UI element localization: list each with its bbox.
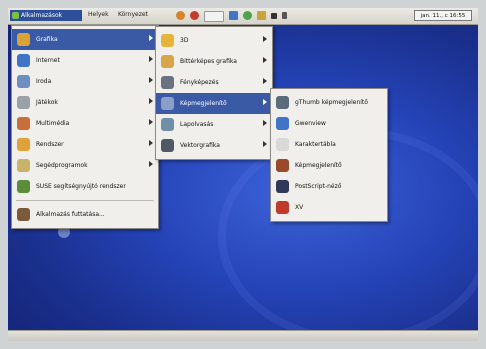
- graphics-submenu-item-label: Bittérképes grafika: [180, 58, 237, 65]
- vector-icon: [161, 139, 174, 152]
- graphics-submenu-item-label: Fényképezés: [180, 79, 219, 86]
- applications-menu-item-label: Internet: [36, 57, 60, 64]
- applications-menu-item-label: Rendszer: [36, 141, 64, 148]
- mail-launcher-icon[interactable]: [204, 11, 224, 22]
- applications-menu-item-label: Segédprogramok: [36, 162, 88, 169]
- submenu-arrow-icon: [149, 56, 153, 62]
- paint-icon: [161, 55, 174, 68]
- system-menu[interactable]: Környezet: [118, 11, 148, 18]
- image-viewer-submenu-item[interactable]: gThumb képmegjelenítő: [271, 92, 387, 113]
- bottom-panel: [8, 330, 478, 341]
- graphics-submenu-item[interactable]: Bittérképes grafika: [156, 51, 272, 72]
- applications-menu-item-label: SUSE segítségnyújtó rendszer: [36, 183, 126, 190]
- suse-logo-icon: [12, 12, 19, 19]
- desktop: Alkalmazások Helyek Környezet jan. 11., …: [8, 8, 478, 341]
- applications-menu-item[interactable]: Játékok: [12, 92, 158, 113]
- submenu-arrow-icon: [263, 99, 267, 105]
- camera-icon: [161, 76, 174, 89]
- applications-menu-item[interactable]: Alkalmazás futtatása...: [12, 204, 158, 225]
- image-viewer-submenu-item-label: Gwenview: [295, 120, 326, 127]
- image-viewer-submenu-item[interactable]: Karaktertábla: [271, 134, 387, 155]
- photo-frame: Alkalmazások Helyek Környezet jan. 11., …: [0, 0, 486, 349]
- launcher-tray: [176, 11, 287, 22]
- games-icon: [17, 96, 30, 109]
- eog-icon: [276, 159, 289, 172]
- graphics-submenu-item[interactable]: 3D: [156, 30, 272, 51]
- submenu-arrow-icon: [149, 119, 153, 125]
- system-icon: [17, 138, 30, 151]
- top-panel: Alkalmazások Helyek Környezet jan. 11., …: [8, 8, 478, 25]
- image-viewer-submenu-item-label: Képmegjelenítő: [295, 162, 342, 169]
- submenu-arrow-icon: [263, 141, 267, 147]
- submenu-arrow-icon: [149, 98, 153, 104]
- places-menu[interactable]: Helyek: [88, 11, 109, 18]
- charmap-icon: [276, 138, 289, 151]
- applications-menu: Grafika Internet Iroda Játékok Multimédia Ren…: [11, 25, 159, 229]
- image-viewer-submenu-item-label: gThumb képmegjelenítő: [295, 99, 368, 106]
- scanner-icon: [161, 118, 174, 131]
- image-viewer-submenu-item-label: XV: [295, 204, 304, 211]
- extra-launcher-icon[interactable]: [282, 12, 287, 19]
- graphics-submenu-item[interactable]: Lapolvasás: [156, 114, 272, 135]
- run-icon: [17, 208, 30, 221]
- submenu-arrow-icon: [149, 140, 153, 146]
- graphics-submenu-item-label: Képmegjelenítő: [180, 100, 227, 107]
- graphics-submenu-item[interactable]: Fényképezés: [156, 72, 272, 93]
- image-viewer-submenu-item[interactable]: Gwenview: [271, 113, 387, 134]
- office-icon: [17, 75, 30, 88]
- help-icon: [17, 180, 30, 193]
- submenu-arrow-icon: [149, 35, 153, 41]
- office-launcher-icon[interactable]: [243, 11, 252, 20]
- network-launcher-icon[interactable]: [229, 11, 238, 20]
- image-viewer-submenu: gThumb képmegjelenítő Gwenview Karaktertáb…: [270, 88, 388, 222]
- 3d-icon: [161, 34, 174, 47]
- menu-separator: [16, 200, 154, 201]
- applications-menu-item-label: Játékok: [36, 99, 58, 106]
- gwenview-icon: [276, 117, 289, 130]
- image-viewer-submenu-item[interactable]: PostScript-néző: [271, 176, 387, 197]
- graphics-icon: [17, 33, 30, 46]
- graphics-submenu-item-label: 3D: [180, 37, 189, 44]
- applications-menu-item-label: Grafika: [36, 36, 58, 43]
- applications-menu-item[interactable]: Rendszer: [12, 134, 158, 155]
- utilities-icon: [17, 159, 30, 172]
- submenu-arrow-icon: [149, 77, 153, 83]
- graphics-submenu-item-label: Vektorgrafika: [180, 142, 220, 149]
- clock[interactable]: jan. 11., c 16:55: [414, 10, 472, 21]
- wrench-launcher-icon[interactable]: [257, 11, 266, 20]
- submenu-arrow-icon: [263, 120, 267, 126]
- image-viewer-submenu-item[interactable]: Képmegjelenítő: [271, 155, 387, 176]
- submenu-arrow-icon: [263, 36, 267, 42]
- applications-menu-button[interactable]: Alkalmazások: [10, 10, 82, 21]
- image-viewer-submenu-item[interactable]: XV: [271, 197, 387, 218]
- applications-menu-item[interactable]: SUSE segítségnyújtó rendszer: [12, 176, 158, 197]
- applications-menu-item-label: Multimédia: [36, 120, 70, 127]
- applications-menu-item[interactable]: Grafika: [12, 29, 158, 50]
- submenu-arrow-icon: [263, 57, 267, 63]
- applications-menu-item-label: Iroda: [36, 78, 52, 85]
- graphics-submenu-item[interactable]: Képmegjelenítő: [156, 93, 272, 114]
- submenu-arrow-icon: [149, 161, 153, 167]
- multimedia-icon: [17, 117, 30, 130]
- browser-launcher-icon[interactable]: [176, 11, 185, 20]
- image-viewer-submenu-item-label: Karaktertábla: [295, 141, 336, 148]
- firefox-launcher-icon[interactable]: [190, 11, 199, 20]
- graphics-submenu-item[interactable]: Vektorgrafika: [156, 135, 272, 156]
- applications-menu-item-label: Alkalmazás futtatása...: [36, 211, 105, 218]
- applications-menu-item[interactable]: Iroda: [12, 71, 158, 92]
- postscript-icon: [276, 180, 289, 193]
- gthumb-icon: [276, 96, 289, 109]
- image-viewer-icon: [161, 97, 174, 110]
- graphics-submenu-item-label: Lapolvasás: [180, 121, 214, 128]
- applications-menu-label: Alkalmazások: [21, 12, 63, 19]
- terminal-launcher-icon[interactable]: [271, 13, 277, 19]
- applications-menu-item[interactable]: Internet: [12, 50, 158, 71]
- globe-icon: [17, 54, 30, 67]
- applications-menu-item[interactable]: Segédprogramok: [12, 155, 158, 176]
- xv-icon: [276, 201, 289, 214]
- submenu-arrow-icon: [263, 78, 267, 84]
- image-viewer-submenu-item-label: PostScript-néző: [295, 183, 342, 190]
- applications-menu-item[interactable]: Multimédia: [12, 113, 158, 134]
- graphics-submenu: 3D Bittérképes grafika Fényképezés Képmegje…: [155, 26, 273, 160]
